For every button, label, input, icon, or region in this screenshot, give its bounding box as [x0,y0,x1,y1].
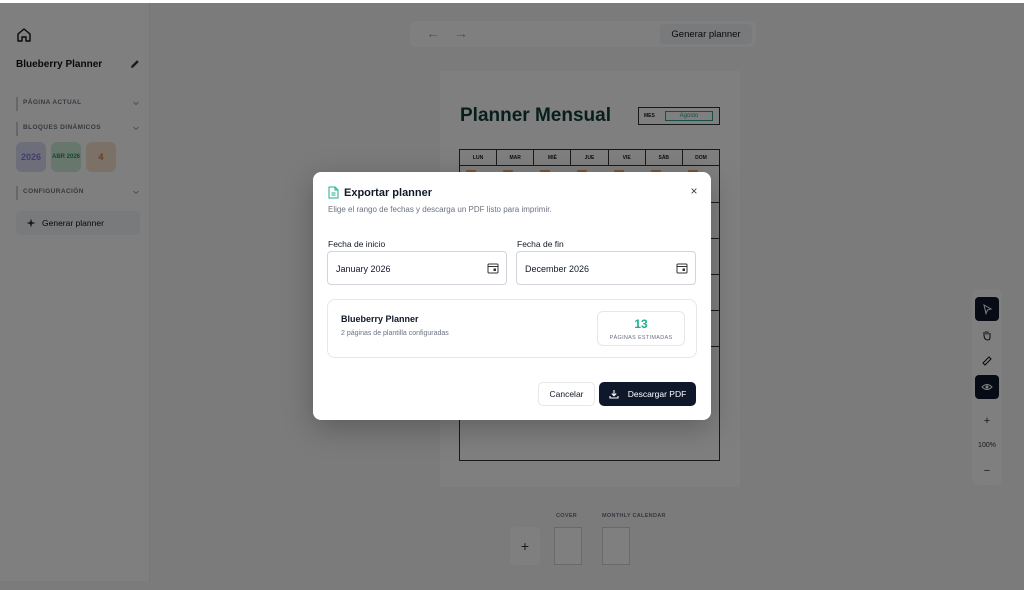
end-date-value: December 2026 [525,264,590,274]
dialog-title: Exportar planner [344,187,433,199]
estimated-pages-badge: 13 PÁGINAS ESTIMADAS [597,311,685,346]
cancel-button[interactable]: Cancelar [538,382,595,406]
export-summary: Blueberry Planner 2 páginas de plantilla… [327,299,697,358]
export-dialog: Exportar planner × Elige el rango de fec… [313,172,711,420]
estimated-pages-count: 13 [634,317,648,331]
download-pdf-label: Descargar PDF [627,389,687,399]
download-icon [609,390,619,399]
close-icon[interactable]: × [687,184,701,198]
end-date-label: Fecha de fin [517,239,564,249]
file-spreadsheet-icon [328,186,339,199]
summary-project-name: Blueberry Planner [341,314,419,324]
dialog-subtitle: Elige el rango de fechas y descarga un P… [328,205,552,214]
estimated-pages-label: PÁGINAS ESTIMADAS [609,335,673,341]
end-date-input[interactable]: December 2026 [516,251,696,285]
start-date-input[interactable]: January 2026 [327,251,507,285]
summary-description: 2 páginas de plantilla configuradas [341,330,449,337]
calendar-icon[interactable] [676,262,688,274]
download-pdf-button[interactable]: Descargar PDF [599,382,696,406]
start-date-value: January 2026 [336,264,391,274]
calendar-icon[interactable] [487,262,499,274]
start-date-label: Fecha de inicio [328,239,386,249]
